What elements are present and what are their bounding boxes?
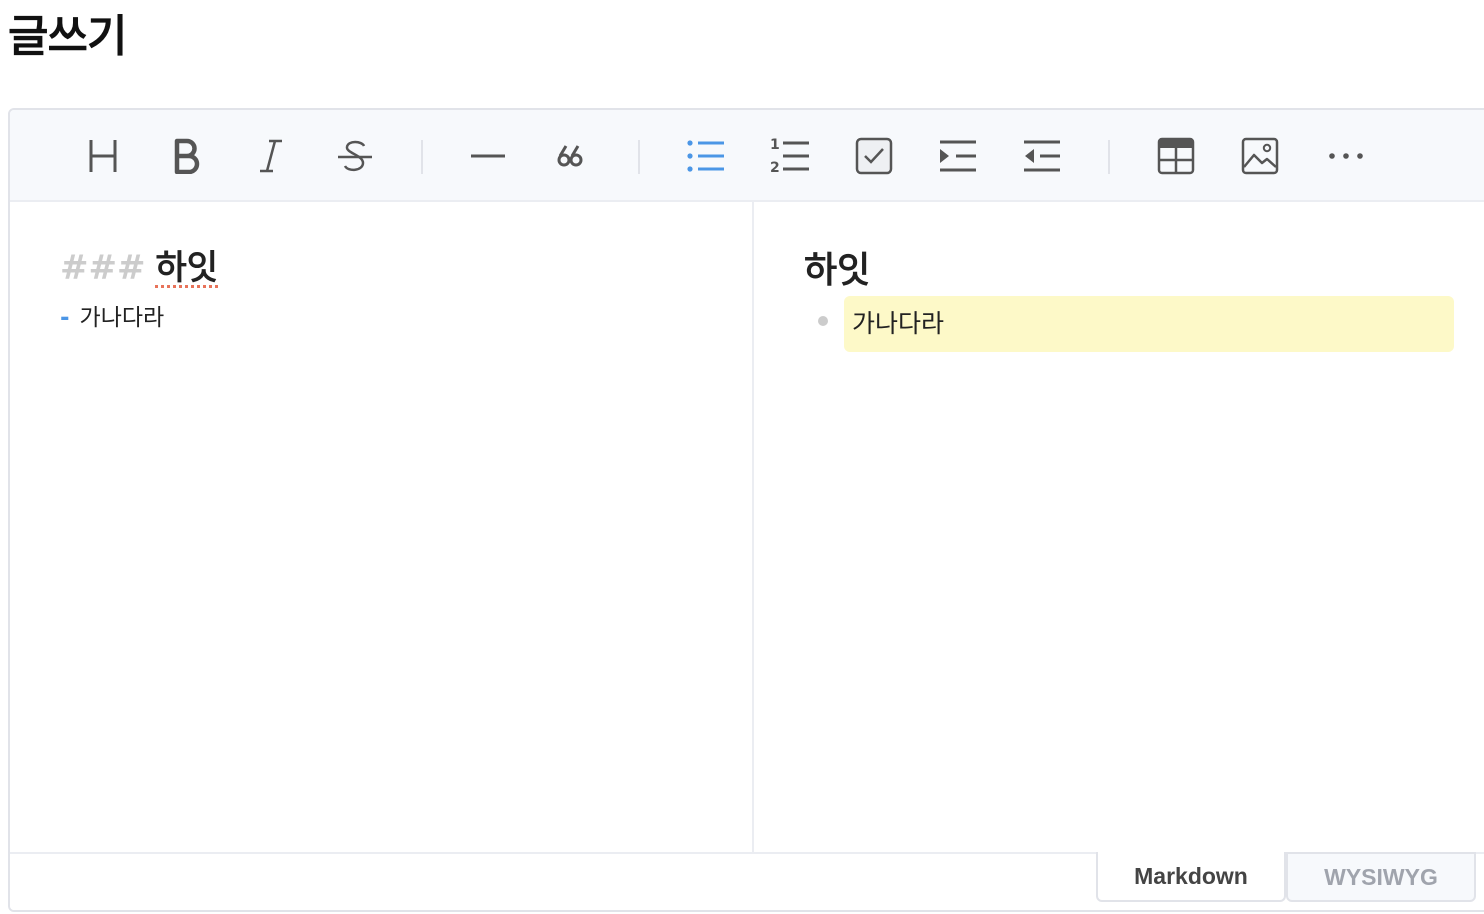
italic-icon (258, 138, 284, 174)
more-button[interactable] (1324, 134, 1368, 178)
list-text: 가나다라 (79, 305, 165, 331)
svg-text:2: 2 (770, 160, 780, 176)
quote-button[interactable] (550, 134, 594, 178)
tab-markdown[interactable]: Markdown (1096, 852, 1286, 902)
more-icon (1328, 151, 1364, 161)
task-list-icon (855, 137, 893, 175)
indent-icon (938, 139, 978, 173)
preview-pane: 하잇 가나다라 (756, 202, 1484, 852)
italic-button[interactable] (249, 134, 293, 178)
heading-icon (87, 138, 119, 174)
strike-button[interactable] (333, 134, 377, 178)
svg-text:1: 1 (770, 137, 780, 153)
indent-button[interactable] (936, 134, 980, 178)
bullet-dot (818, 316, 828, 326)
bold-button[interactable] (165, 134, 209, 178)
image-button[interactable] (1238, 134, 1282, 178)
heading-text: 하잇 (155, 248, 219, 288)
strike-icon (336, 138, 374, 174)
preview-list-item: 가나다라 (844, 296, 1454, 352)
heading-button[interactable] (81, 134, 125, 178)
toolbar-divider (638, 140, 640, 174)
image-icon (1241, 137, 1279, 175)
horizontal-rule-icon (469, 138, 507, 174)
markdown-input-pane[interactable]: ### 하잇 - 가나다라 (10, 202, 754, 852)
ordered-list-button[interactable]: 12 (768, 134, 812, 178)
toolbar-divider (421, 140, 423, 174)
quote-icon (556, 138, 588, 174)
tab-wysiwyg[interactable]: WYSIWYG (1286, 852, 1476, 902)
markdown-list-line: - 가나다라 (60, 302, 164, 334)
bullet-list-icon (686, 138, 726, 174)
list-marker: - (60, 305, 70, 331)
toolbar-divider (1108, 140, 1110, 174)
ordered-list-icon: 12 (769, 136, 811, 176)
markdown-editor: 12 ### 하잇 - 가나다라 하잇 가나다라 Markdown WYSIWY… (8, 108, 1484, 912)
table-button[interactable] (1154, 134, 1198, 178)
mode-switch-bar: Markdown WYSIWYG (10, 852, 1484, 910)
outdent-button[interactable] (1020, 134, 1064, 178)
page-title: 글쓰기 (8, 11, 127, 62)
task-list-button[interactable] (852, 134, 896, 178)
horizontal-rule-button[interactable] (466, 134, 510, 178)
heading-marker: ### (60, 248, 146, 288)
preview-heading: 하잇 (804, 250, 871, 291)
bullet-list-button[interactable] (684, 134, 728, 178)
bold-icon (173, 138, 201, 174)
table-icon (1157, 137, 1195, 175)
markdown-heading-line: ### 하잇 (60, 246, 218, 290)
outdent-icon (1022, 139, 1062, 173)
editor-toolbar: 12 (10, 110, 1484, 202)
